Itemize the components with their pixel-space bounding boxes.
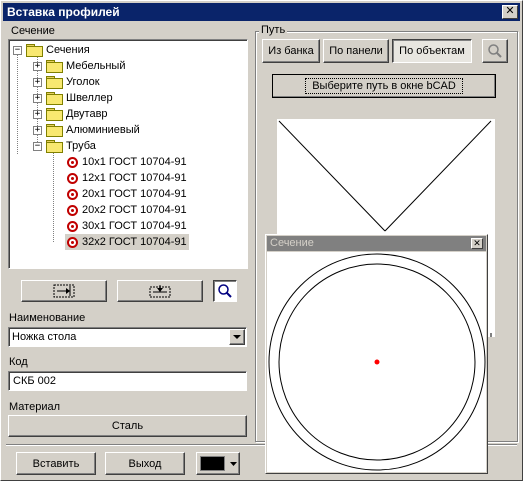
profile-icon — [67, 188, 78, 200]
section-preview-canvas — [267, 252, 486, 472]
popup-title: Сечение — [270, 237, 314, 249]
profile-icon — [67, 220, 78, 232]
name-value: Ножка стола — [12, 331, 77, 343]
close-button[interactable]: ✕ — [502, 5, 518, 19]
code-input[interactable]: СКБ 002 — [8, 371, 247, 391]
collapse-icon[interactable]: − — [33, 141, 42, 151]
folder-icon — [46, 92, 63, 105]
profile-item[interactable]: 30x1 ГОСТ 10704-91 — [65, 218, 187, 234]
expand-icon[interactable]: + — [33, 61, 42, 71]
folder-icon — [46, 108, 63, 121]
tab-by-objects[interactable]: По объектам — [392, 39, 472, 63]
tab-from-bank[interactable]: Из банка — [262, 39, 320, 63]
expand-icon[interactable]: + — [33, 109, 42, 119]
tree-folder-label: Двутавр — [66, 108, 108, 120]
chevron-down-icon — [230, 461, 238, 466]
name-label: Наименование — [9, 312, 86, 324]
name-select[interactable]: Ножка стола — [8, 327, 247, 347]
center-point — [374, 359, 380, 365]
profile-item[interactable]: 20x1 ГОСТ 10704-91 — [65, 186, 187, 202]
tree-folder[interactable]: + Уголок — [33, 74, 100, 90]
path-label: Путь — [259, 24, 288, 36]
tree-folder-open[interactable]: − Труба — [33, 138, 96, 154]
select-path-label: Выберите путь в окне bCAD — [312, 80, 456, 92]
expand-icon[interactable]: + — [33, 77, 42, 87]
tree-folder-label: Труба — [66, 140, 96, 152]
color-swatch — [200, 456, 226, 471]
tree-folder[interactable]: + Мебельный — [33, 58, 126, 74]
search-icon — [218, 284, 232, 298]
folder-icon — [46, 60, 63, 73]
close-icon: ✕ — [505, 5, 515, 17]
profile-item-label: 12x1 ГОСТ 10704-91 — [82, 172, 187, 184]
search-toggle-button[interactable] — [213, 280, 237, 302]
code-label: Код — [9, 356, 28, 368]
insert-into-icon — [53, 284, 75, 298]
profile-icon — [67, 172, 78, 184]
sections-tree[interactable]: − Сечения + Мебельный + Уголок + Швеллер… — [8, 39, 248, 269]
folder-open-icon — [46, 140, 63, 153]
tree-folder-label: Швеллер — [66, 92, 113, 104]
material-value: Сталь — [111, 420, 144, 432]
profile-item-selected[interactable]: 32x2 ГОСТ 10704-91 — [65, 234, 189, 250]
select-path-button[interactable]: Выберите путь в окне bCAD — [272, 74, 496, 98]
exit-button-label: Выход — [128, 457, 162, 470]
window-title: Вставка профилей — [7, 5, 120, 19]
tree-folder-label: Уголок — [66, 76, 100, 88]
profile-item-label: 10x1 ГОСТ 10704-91 — [82, 156, 187, 168]
name-dropdown-button[interactable] — [229, 329, 245, 345]
profile-icon — [67, 156, 78, 168]
material-label: Материал — [9, 401, 60, 413]
tab-from-bank-label: Из банка — [268, 45, 314, 57]
section-drawing — [268, 253, 486, 471]
tree-root-label: Сечения — [46, 44, 90, 56]
section-label: Сечение — [11, 25, 55, 37]
tree-connector — [53, 152, 54, 242]
tree-folder[interactable]: + Алюминиевый — [33, 122, 140, 138]
section-preview-popup[interactable]: Сечение ✕ — [265, 234, 488, 474]
tree-root[interactable]: − Сечения — [13, 42, 90, 58]
dialog-window: Вставка профилей ✕ Сечение − Сечения + М… — [0, 0, 523, 481]
profile-icon — [67, 204, 78, 216]
folder-icon — [46, 76, 63, 89]
popup-title-bar[interactable]: Сечение ✕ — [267, 236, 486, 251]
exit-button[interactable]: Выход — [105, 452, 185, 475]
expand-icon[interactable]: + — [33, 125, 42, 135]
tree-connector — [17, 54, 18, 154]
search-icon — [488, 44, 502, 58]
code-value: СКБ 002 — [13, 375, 56, 387]
profile-item[interactable]: 10x1 ГОСТ 10704-91 — [65, 154, 187, 170]
material-button[interactable]: Сталь — [8, 415, 247, 437]
path-search-button[interactable] — [482, 39, 508, 63]
profile-item-label: 20x1 ГОСТ 10704-91 — [82, 188, 187, 200]
popup-close-button[interactable]: ✕ — [471, 238, 483, 249]
profile-item[interactable]: 20x2 ГОСТ 10704-91 — [65, 202, 187, 218]
insert-button[interactable]: Вставить — [16, 452, 96, 475]
chevron-down-icon — [233, 334, 241, 339]
profile-icon — [67, 236, 78, 248]
tab-by-objects-label: По объектам — [399, 45, 465, 57]
select-path-focus: Выберите путь в окне bCAD — [305, 78, 463, 94]
profile-item[interactable]: 12x1 ГОСТ 10704-91 — [65, 170, 187, 186]
tree-folder[interactable]: + Двутавр — [33, 106, 108, 122]
expand-icon[interactable]: + — [33, 93, 42, 103]
tree-folder-label: Алюминиевый — [66, 124, 140, 136]
profile-item-label: 32x2 ГОСТ 10704-91 — [82, 236, 187, 248]
tab-by-panel-label: По панели — [329, 45, 383, 57]
insert-section-icon — [149, 285, 171, 298]
color-picker-button[interactable] — [196, 452, 240, 475]
profile-item-label: 20x2 ГОСТ 10704-91 — [82, 204, 187, 216]
tree-folder[interactable]: + Швеллер — [33, 90, 113, 106]
folder-icon — [46, 124, 63, 137]
title-bar[interactable]: Вставка профилей ✕ — [3, 3, 520, 21]
add-to-bank-button[interactable] — [21, 280, 107, 302]
tree-folder-label: Мебельный — [66, 60, 126, 72]
folder-open-icon — [26, 44, 43, 57]
tab-by-panel[interactable]: По панели — [323, 39, 389, 63]
insert-from-bank-button[interactable] — [117, 280, 203, 302]
insert-button-label: Вставить — [32, 457, 80, 470]
collapse-icon[interactable]: − — [13, 45, 22, 55]
profile-item-label: 30x1 ГОСТ 10704-91 — [82, 220, 187, 232]
close-icon: ✕ — [473, 238, 481, 248]
